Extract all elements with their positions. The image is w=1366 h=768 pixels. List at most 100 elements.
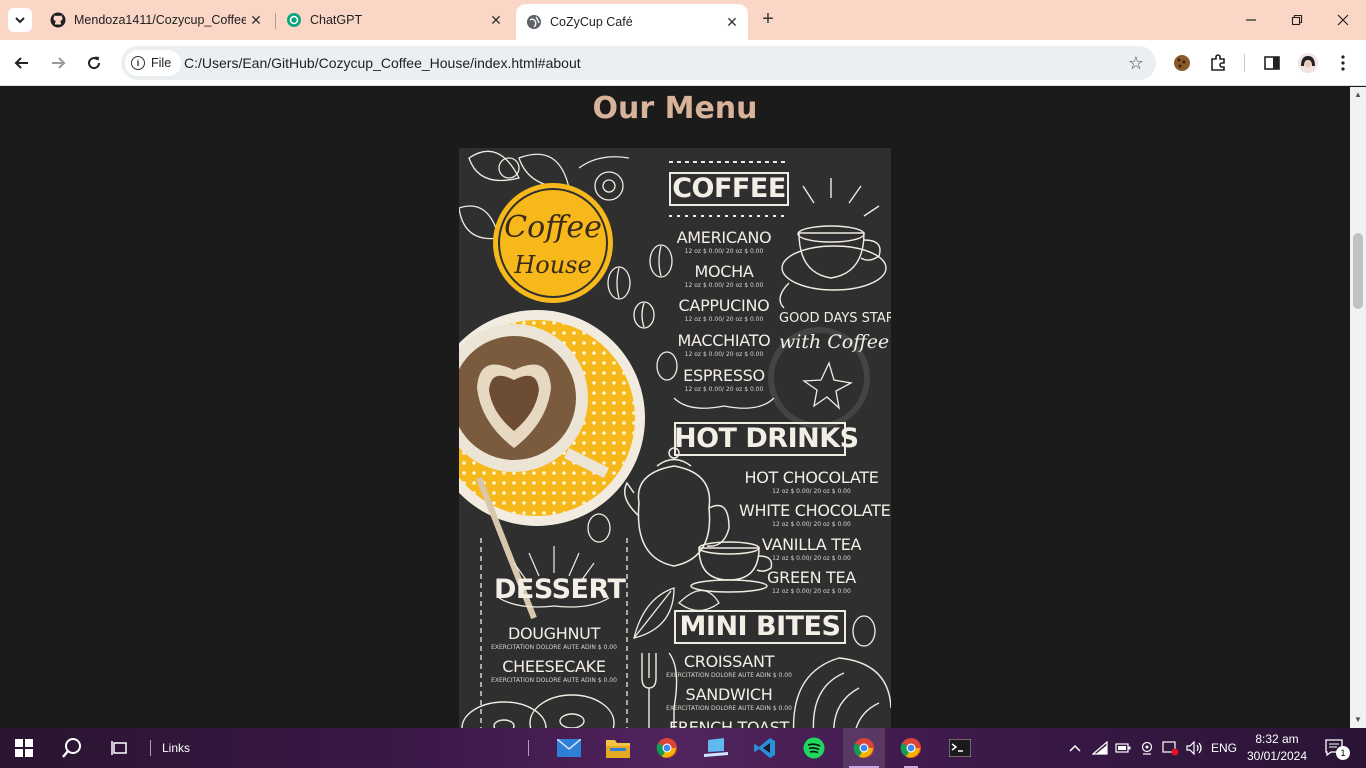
scroll-down-icon[interactable]: ▼ <box>1353 715 1363 725</box>
spotify-app[interactable] <box>799 728 829 768</box>
tab-chatgpt[interactable]: ChatGPT ✕ <box>276 4 512 36</box>
close-window-button[interactable] <box>1320 0 1366 40</box>
tab-title: Mendoza1411/Cozycup_Coffee <box>74 13 246 27</box>
menu-item-price: EXERCITATION DOLORE AUTE ADIN $ 0.00 <box>666 672 792 679</box>
terminal-app[interactable] <box>945 728 975 768</box>
menu-item-price: 12 oz $ 0.00/ 20 oz $ 0.00 <box>684 351 764 358</box>
chatgpt-icon <box>286 12 302 28</box>
menu-item-name: CHEESECAKE <box>502 657 606 676</box>
menu-item-name: AMERICANO <box>676 228 772 247</box>
menu-item-name: SANDWICH <box>685 685 773 704</box>
start-button[interactable] <box>10 728 38 768</box>
menu-item-price: 12 oz $ 0.00/ 20 oz $ 0.00 <box>684 386 764 393</box>
toolbar-divider <box>1244 54 1245 72</box>
security-alert-icon[interactable] <box>1161 728 1181 768</box>
file-explorer-app[interactable] <box>603 728 633 768</box>
section-title: Our Menu <box>592 91 758 126</box>
tab-search-button[interactable] <box>8 8 32 32</box>
chevron-down-icon <box>15 17 25 24</box>
reload-icon <box>88 56 101 70</box>
url-text[interactable]: C:/Users/Ean/GitHub/Cozycup_Coffee_House… <box>184 55 581 71</box>
menu-item-price: 12 oz $ 0.00/ 20 oz $ 0.00 <box>684 316 764 323</box>
side-panel-icon[interactable] <box>1259 50 1285 76</box>
menu-item-name: WHITE CHOCOLATE <box>739 501 891 520</box>
minimize-button[interactable] <box>1228 0 1274 40</box>
menu-item-name: MOCHA <box>694 262 754 281</box>
chrome-icon <box>656 738 677 758</box>
tab-strip: Mendoza1411/Cozycup_Coffee ✕ ChatGPT ✕ C… <box>0 0 1366 40</box>
chevron-up-icon <box>1069 744 1081 752</box>
profile-avatar[interactable] <box>1295 50 1321 76</box>
language-indicator[interactable]: ENG <box>1208 741 1240 755</box>
chrome-profile-app[interactable] <box>843 728 885 768</box>
extensions-icon[interactable] <box>1205 50 1231 76</box>
bookmark-star-icon[interactable]: ☆ <box>1128 53 1144 74</box>
more-menu-icon[interactable] <box>1330 50 1356 76</box>
mail-icon <box>557 739 581 757</box>
github-icon <box>50 12 66 28</box>
logo-text-line2: House <box>514 251 592 279</box>
dessert-heading: DESSERT <box>494 574 626 605</box>
page-scrollbar[interactable]: ▲ ▼ <box>1350 87 1366 728</box>
menu-item-name: CAPPUCINO <box>678 296 770 315</box>
cookie-extension-icon[interactable] <box>1169 50 1195 76</box>
search-icon <box>62 738 81 758</box>
windows-taskbar: Links ENG 8:32 am 30/01/2024 1 <box>0 728 1366 768</box>
arrow-left-icon <box>14 57 28 69</box>
menu-item-name: CROISSANT <box>683 652 775 671</box>
terminal-icon <box>949 739 971 757</box>
menu-item-price: EXERCITATION DOLORE AUTE ADIN $ 0.00 <box>491 677 617 684</box>
chrome-app-2[interactable] <box>896 728 926 768</box>
notification-center-button[interactable]: 1 <box>1320 728 1350 768</box>
new-tab-button[interactable]: + <box>758 9 778 30</box>
volume-icon[interactable] <box>1185 728 1205 768</box>
site-info-chip[interactable]: i File <box>125 50 182 76</box>
menu-item-price: 12 oz $ 0.00/ 20 oz $ 0.00 <box>684 248 764 255</box>
menu-item-name: VANILLA TEA <box>761 535 862 554</box>
menu-item-name: MACCHIATO <box>677 331 771 350</box>
globe-icon <box>526 14 542 30</box>
close-icon[interactable]: ✕ <box>722 12 742 32</box>
clock-time[interactable]: 8:32 am <box>1245 732 1309 746</box>
menu-item-name: FRENCH TOAST <box>668 718 790 728</box>
browser-toolbar: i File C:/Users/Ean/GitHub/Cozycup_Coffe… <box>0 40 1366 86</box>
restore-button[interactable] <box>1274 0 1320 40</box>
wifi-icon[interactable] <box>1091 728 1109 768</box>
settings-app[interactable] <box>701 728 731 768</box>
spotify-icon <box>803 737 825 759</box>
webcam-icon[interactable] <box>1138 728 1156 768</box>
toolbar-divider <box>150 740 151 756</box>
tab-github[interactable]: Mendoza1411/Cozycup_Coffee ✕ <box>40 4 272 36</box>
task-view-button[interactable] <box>108 728 132 768</box>
close-icon[interactable]: ✕ <box>246 10 266 30</box>
chrome-app[interactable] <box>652 728 682 768</box>
mail-app[interactable] <box>554 728 584 768</box>
reload-button[interactable] <box>80 49 108 77</box>
mini-bites-heading: MINI BITES <box>679 611 841 642</box>
address-bar[interactable]: i File C:/Users/Ean/GitHub/Cozycup_Coffe… <box>121 46 1156 80</box>
minimize-icon <box>1246 19 1256 21</box>
menu-item-price: EXERCITATION DOLORE AUTE ADIN $ 0.00 <box>666 705 792 712</box>
search-button[interactable] <box>58 728 86 768</box>
folder-icon <box>606 740 630 758</box>
links-toolbar[interactable]: Links <box>162 728 190 768</box>
forward-button[interactable] <box>44 49 72 77</box>
chrome-icon <box>900 738 921 758</box>
hot-drinks-heading: HOT DRINKS <box>674 423 859 454</box>
task-view-icon <box>111 741 127 755</box>
menu-image: Coffee House COFFEE AMERICANO 12 oz $ 0.… <box>459 148 891 728</box>
windows-logo-icon <box>15 739 33 757</box>
menu-item-price: 12 oz $ 0.00/ 20 oz $ 0.00 <box>772 588 851 595</box>
scroll-up-icon[interactable]: ▲ <box>1353 90 1363 100</box>
vscode-app[interactable] <box>750 728 780 768</box>
scroll-thumb[interactable] <box>1353 233 1363 309</box>
show-hidden-icons[interactable] <box>1066 728 1084 768</box>
vscode-icon <box>754 738 775 758</box>
tab-cozycup[interactable]: CoZyCup Café ✕ <box>516 4 748 40</box>
battery-icon[interactable] <box>1114 728 1132 768</box>
coffee-heading: COFFEE <box>672 173 786 204</box>
menu-item-price: 12 oz $ 0.00/ 20 oz $ 0.00 <box>772 521 851 528</box>
close-icon[interactable]: ✕ <box>486 10 506 30</box>
back-button[interactable] <box>8 49 36 77</box>
clock-date[interactable]: 30/01/2024 <box>1243 749 1311 763</box>
